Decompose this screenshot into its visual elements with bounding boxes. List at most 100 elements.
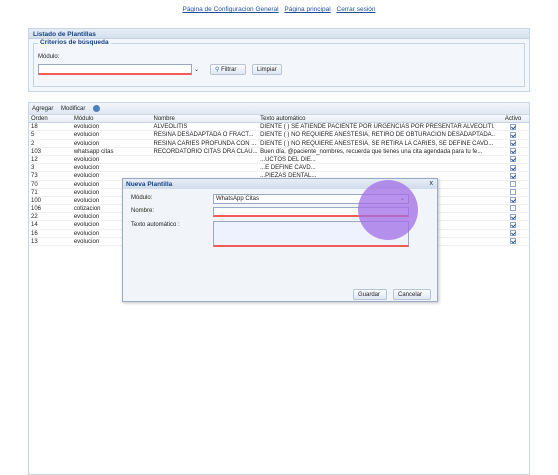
active-checkbox[interactable] [510,139,517,146]
help-icon[interactable] [93,105,101,112]
cell-activo [495,213,529,220]
logout-link[interactable]: Cerrar sesión [337,6,376,13]
search-criteria-legend: Criterios de búsqueda [38,39,111,46]
cell-texto: Buen día, @paciente_nombres, recuerda qu… [260,148,483,155]
panel-title: Listado de Plantillas [29,29,529,39]
cell-nombre: RESINA CARIES PROFUNDA CON ... [153,140,257,147]
dialog-nombre-label: Nombre: [131,208,155,214]
cell-modulo: evolucion [73,165,100,172]
table-row[interactable]: 3 evolucion ...E DEFINE CAVD... [29,164,529,173]
cell-modulo: whatsapp citas [73,148,114,155]
filter-panel: Listado de Plantillas Criterios de búsqu… [28,28,530,92]
filter-icon: ⚲ [215,67,220,73]
cell-orden: 2 [31,140,35,147]
cell-modulo: evolucion [73,124,100,131]
config-general-link[interactable]: Página de Configuracion General [182,6,278,13]
cell-orden: 71 [31,189,38,196]
cell-activo [495,197,529,204]
add-button[interactable]: Agregar [32,106,53,112]
modulo-label: Módulo: [38,54,60,60]
active-checkbox[interactable] [510,238,517,245]
filter-button[interactable]: ⚲ Filtrar [210,64,246,75]
dialog-texto-label: Texto automático : [131,222,180,228]
table-row[interactable]: 5 evolucion RESINA DESADAPTADA O FRACT... D… [29,131,529,140]
cell-activo [495,148,529,155]
cell-orden: 73 [31,173,38,180]
edit-button[interactable]: Modificar [61,106,85,112]
cell-activo [495,131,529,138]
active-checkbox[interactable] [510,197,517,204]
table-row[interactable]: 12 evolucion ...UCTOS DEL DIE... [29,156,529,165]
cell-orden: 100 [31,197,42,204]
table-row[interactable]: 103 whatsapp citas RECORDATORIO CITAS DRA … [29,148,529,156]
cell-modulo: evolucion [73,140,100,147]
cell-activo [495,164,529,171]
active-checkbox[interactable] [510,189,517,196]
search-criteria-fieldset: Criterios de búsqueda Módulo: ⌄ ⚲ Filtra… [33,39,525,87]
header-nombre[interactable]: Nombre [152,115,259,122]
cell-orden: 103 [31,148,42,155]
table-row[interactable]: 18 evolucion ALVEOLITIS DIENTE ( ) SE ATIEN… [29,123,529,132]
active-checkbox[interactable] [510,148,517,155]
cancel-button[interactable]: Cancelar [393,289,431,300]
cell-activo [495,123,529,130]
table-row[interactable]: 2 evolucion RESINA CARIES PROFUNDA CON ...… [29,139,529,148]
header-modulo[interactable]: Módulo [72,115,152,122]
cell-activo [495,238,529,245]
cell-orden: 70 [31,181,38,188]
cell-activo [495,221,529,228]
cell-texto: ...UCTOS DEL DIE... [260,156,316,163]
cell-activo [495,205,529,212]
header-texto[interactable]: Texto automático [258,115,495,122]
filter-button-label: Filtrar [221,67,237,73]
close-icon[interactable]: x [430,180,434,187]
cell-nombre [152,164,259,171]
cell-orden: 106 [31,206,42,213]
header-activo[interactable]: Activo [495,115,529,122]
clear-button[interactable]: Limpiar [252,64,282,75]
cell-orden: 14 [31,222,38,229]
active-checkbox[interactable] [510,156,517,163]
cell-texto: DIENTE ( ) NO REQUIERE ANESTESIA, RETIRO… [260,132,496,139]
chevron-down-icon[interactable]: ⌄ [194,66,199,73]
cell-texto: DIENTE ( ) SE ATIENDE PACIENTE POR URGEN… [260,124,496,131]
cursor-highlight [358,180,418,240]
modulo-select[interactable] [38,64,192,75]
active-checkbox[interactable] [510,180,517,187]
cell-orden: 5 [31,132,35,139]
cell-activo [495,189,529,196]
cell-activo [495,172,529,179]
active-checkbox[interactable] [510,230,517,237]
grid-toolbar: Agregar Modificar [29,103,529,115]
save-button[interactable]: Guardar [353,289,387,300]
active-checkbox[interactable] [510,164,517,171]
cell-orden: 12 [31,156,38,163]
top-navigation: Página de Configuracion General Página p… [0,6,558,13]
cell-texto: DIENTE ( ) NO REQUIERE ANESTESIA, SE RET… [260,140,494,147]
cell-orden: 18 [31,124,38,131]
cell-activo [495,156,529,163]
cell-nombre: ALVEOLITIS [153,124,188,131]
cell-orden: 13 [31,238,38,245]
active-checkbox[interactable] [510,213,517,220]
grid-header: Orden Módulo Nombre Texto automático Act… [29,115,529,124]
header-orden[interactable]: Orden [29,115,72,122]
active-checkbox[interactable] [510,205,517,212]
dialog-modulo-label: Módulo: [131,195,153,201]
cell-orden: 3 [31,165,35,172]
active-checkbox[interactable] [510,221,517,228]
cell-activo [495,180,529,188]
cell-activo [495,139,529,147]
cell-nombre: RESINA DESADAPTADA O FRACT... [153,132,254,139]
active-checkbox[interactable] [510,172,517,179]
cell-orden: 22 [31,214,38,221]
main-page-link[interactable]: Página principal [284,6,330,13]
cell-activo [495,230,529,237]
active-checkbox[interactable] [510,123,517,130]
cell-nombre: RECORDATORIO CITAS DRA CLAU... [153,148,258,155]
cell-nombre [152,156,259,163]
cell-orden: 16 [31,230,38,237]
cell-modulo: evolucion [73,156,100,163]
cell-texto: ...E DEFINE CAVD... [260,165,316,172]
active-checkbox[interactable] [510,131,517,138]
